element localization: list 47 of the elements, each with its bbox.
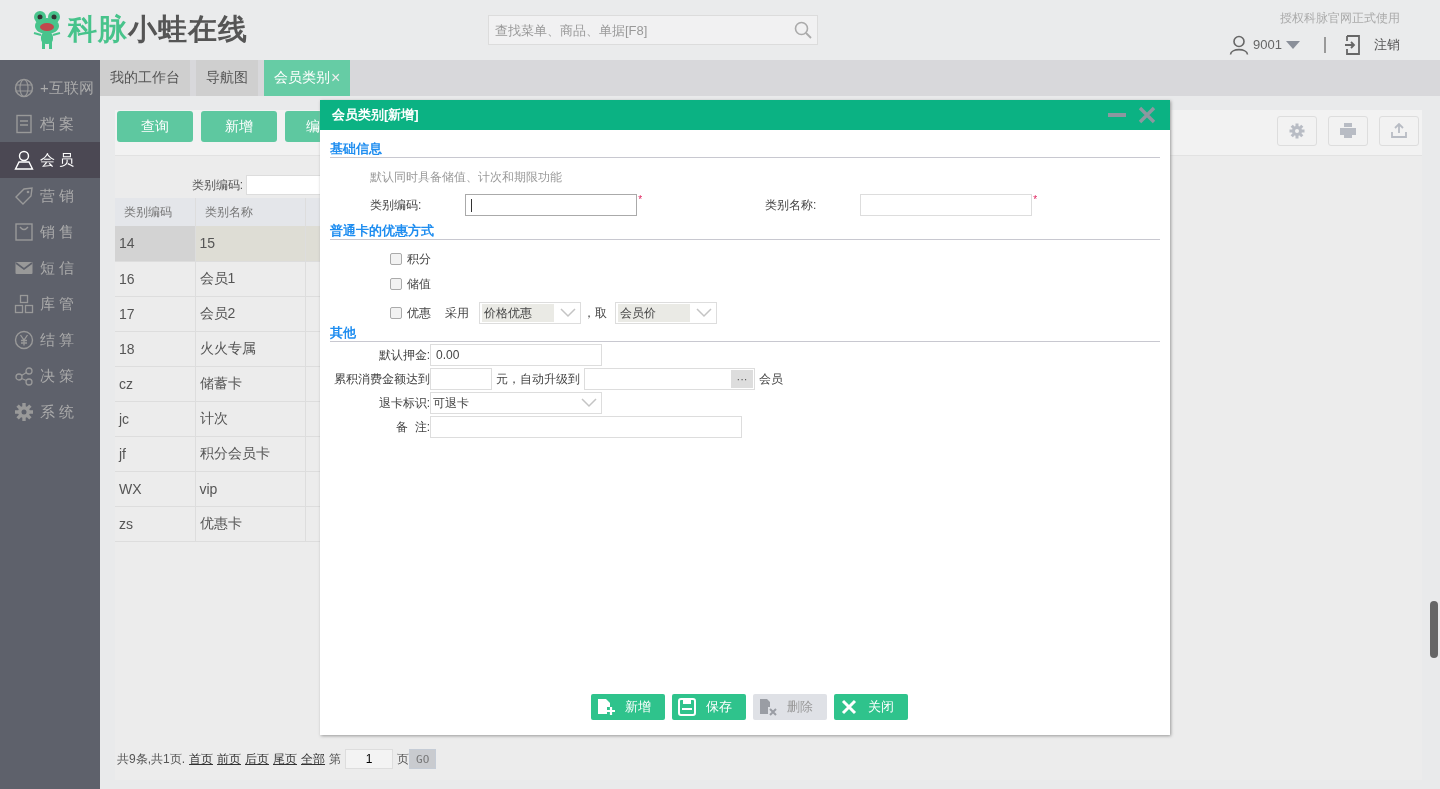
- pager-summary: 共9条,共1页.: [117, 750, 185, 768]
- field-label: 备 注:: [395, 418, 430, 436]
- table-cell: zs: [115, 506, 195, 541]
- section-heading: 普通卡的优惠方式: [330, 222, 1160, 240]
- column-header: 类别编码: [115, 198, 195, 226]
- logo-brand-text: 科脉: [68, 12, 128, 47]
- table-cell: jf: [115, 436, 195, 471]
- field-label: 元，自动升级到: [496, 370, 580, 388]
- table-cell: 18: [115, 331, 195, 366]
- filter-label: 类别编码:: [190, 176, 243, 194]
- checkbox-label: 积分: [407, 250, 431, 268]
- field-label: 退卡标识:: [377, 394, 430, 412]
- table-cell: 会员2: [195, 296, 305, 331]
- table-cell: 优惠卡: [195, 506, 305, 541]
- page-suffix: 页: [397, 750, 409, 768]
- table-cell: 15: [195, 226, 305, 261]
- field-label: 累积消费金额达到: [333, 370, 430, 388]
- field-label: 类别名称:: [765, 196, 818, 214]
- dialog-title: 会员类别[新增]: [332, 106, 420, 124]
- required-mark: *: [1033, 194, 1038, 205]
- table-cell: 计次: [195, 401, 305, 436]
- field-label: 默认押金:: [377, 346, 430, 364]
- field-label: 类别编码:: [370, 196, 423, 214]
- column-header: 类别名称: [195, 198, 305, 226]
- license-note: 授权科脉官网正式使用: [1280, 9, 1400, 27]
- required-mark: *: [638, 194, 643, 205]
- field-label: 会员: [759, 370, 783, 388]
- checkbox-label: 优惠: [407, 304, 431, 322]
- section-heading: 其他: [330, 324, 1160, 342]
- table-cell: 17: [115, 296, 195, 331]
- logo-name-text: 小蛙在线: [128, 12, 248, 47]
- info-note: 默认同时具备储值、计次和期限功能: [370, 169, 563, 186]
- option-label: ，取: [583, 304, 607, 322]
- checkbox-label: 储值: [407, 275, 431, 293]
- section-heading: 基础信息: [330, 140, 1160, 158]
- table-cell: 储蓄卡: [195, 366, 305, 401]
- option-label: 采用: [445, 304, 469, 322]
- page-label: 第: [329, 750, 341, 768]
- table-cell: 16: [115, 261, 195, 296]
- table-cell: cz: [115, 366, 195, 401]
- table-cell: vip: [195, 471, 305, 506]
- table-cell: WX: [115, 471, 195, 506]
- table-cell: 会员1: [195, 261, 305, 296]
- table-cell: 积分会员卡: [195, 436, 305, 471]
- table-cell: 14: [115, 226, 195, 261]
- table-cell: 火火专属: [195, 331, 305, 366]
- table-cell: jc: [115, 401, 195, 436]
